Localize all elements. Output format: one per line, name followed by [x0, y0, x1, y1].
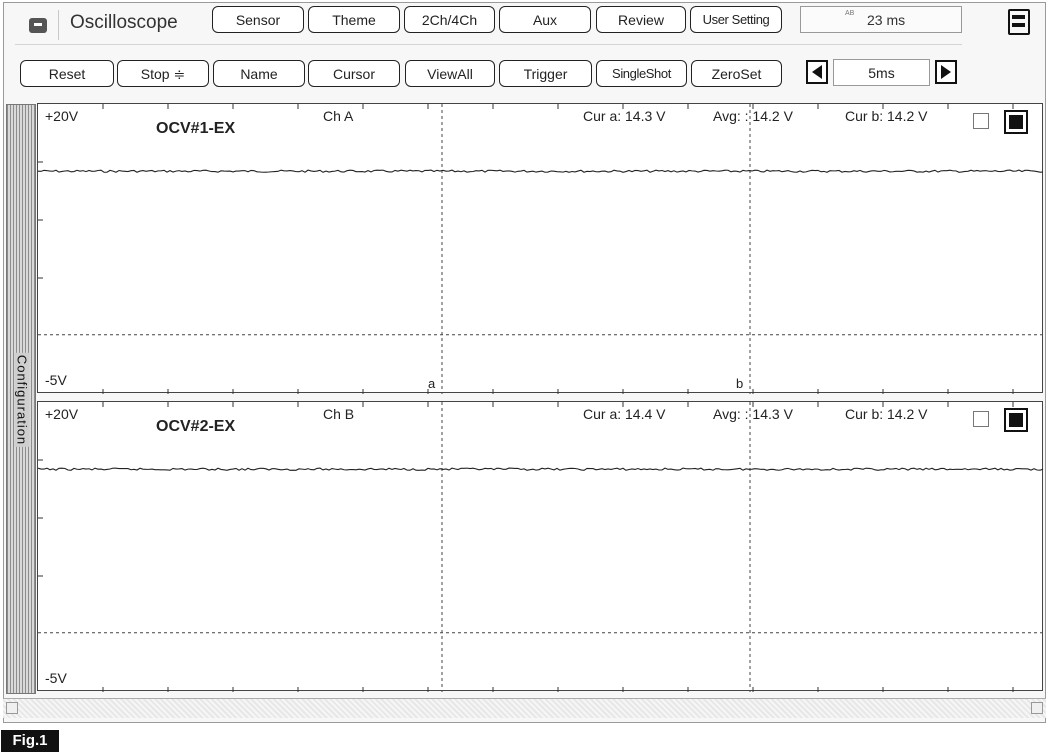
2ch-4ch-button[interactable]: 2Ch/4Ch	[404, 6, 495, 33]
channel-a-checkbox[interactable]	[973, 113, 989, 129]
configuration-panel-tab[interactable]: Configuration	[6, 104, 36, 694]
channel-id: Ch B	[323, 406, 355, 422]
time-readout: AB 23 ms	[800, 6, 962, 33]
timebase-decrease-button[interactable]	[806, 60, 828, 84]
viewall-button[interactable]: ViewAll	[405, 60, 495, 87]
cursor-a-value: Cur a: 14.4 V	[583, 406, 666, 422]
cursor-button[interactable]: Cursor	[308, 60, 400, 87]
stop-button[interactable]: Stop ≑	[117, 60, 209, 87]
arrow-right-icon	[941, 65, 951, 79]
zeroset-button[interactable]: ZeroSet	[691, 60, 782, 87]
app-title: Oscilloscope	[70, 12, 178, 33]
review-button[interactable]: Review	[596, 6, 686, 33]
timebase-value[interactable]: 5ms	[833, 59, 930, 86]
scroll-right-arrow[interactable]	[1031, 702, 1043, 714]
ymax-label: +20V	[45, 406, 79, 422]
average-value: Avg: : 14.3 V	[713, 406, 793, 422]
time-readout-value: 23 ms	[867, 12, 906, 28]
channel-a-plot[interactable]: +20V -5V OCV#1-EX Ch A Cur a: 14.3 V Avg…	[37, 103, 1044, 394]
user-setting-button[interactable]: User Setting	[690, 6, 782, 33]
menu-icon[interactable]	[29, 18, 47, 33]
signal-trace	[38, 467, 1044, 471]
theme-button[interactable]: Theme	[308, 6, 400, 33]
reset-button[interactable]: Reset	[20, 60, 114, 87]
trigger-button[interactable]: Trigger	[499, 60, 592, 87]
time-readout-prefix: AB	[845, 10, 855, 17]
timebase-increase-button[interactable]	[935, 60, 957, 84]
channel-a-fill-toggle[interactable]	[1004, 110, 1028, 134]
configuration-label: Configuration	[14, 352, 30, 448]
channel-b-plot[interactable]: +20V -5V OCV#2-EX Ch B Cur a: 14.4 V Avg…	[37, 401, 1044, 692]
arrow-left-icon	[812, 65, 822, 79]
name-button[interactable]: Name	[213, 60, 305, 87]
cursor-a-value: Cur a: 14.3 V	[583, 108, 666, 124]
horizontal-scrollbar[interactable]	[3, 698, 1046, 718]
cursor-b-value: Cur b: 14.2 V	[845, 108, 928, 124]
channel-b-trace	[38, 402, 1044, 692]
toolbar-divider	[15, 44, 962, 45]
cursor-b-value: Cur b: 14.2 V	[845, 406, 928, 422]
singleshot-button[interactable]: SingleShot	[596, 60, 687, 87]
ymin-label: -5V	[45, 372, 67, 388]
ymax-label: +20V	[45, 108, 79, 124]
average-value: Avg: : 14.2 V	[713, 108, 793, 124]
channel-id: Ch A	[323, 108, 354, 124]
cursor-a-label: a	[428, 376, 436, 391]
channel-name: OCV#2-EX	[156, 418, 236, 435]
sensor-button[interactable]: Sensor	[212, 6, 304, 33]
scroll-left-arrow[interactable]	[6, 702, 18, 714]
aux-button[interactable]: Aux	[499, 6, 591, 33]
channel-a-trace	[38, 104, 1044, 394]
figure-label: Fig.1	[1, 730, 59, 752]
channel-b-fill-toggle[interactable]	[1004, 408, 1028, 432]
title-separator	[58, 10, 59, 40]
ymin-label: -5V	[45, 670, 67, 686]
channel-b-checkbox[interactable]	[973, 411, 989, 427]
signal-trace	[38, 169, 1044, 173]
cursor-b-label: b	[736, 376, 744, 391]
channel-name: OCV#1-EX	[156, 120, 236, 137]
window-layout-icon[interactable]	[1008, 9, 1030, 35]
